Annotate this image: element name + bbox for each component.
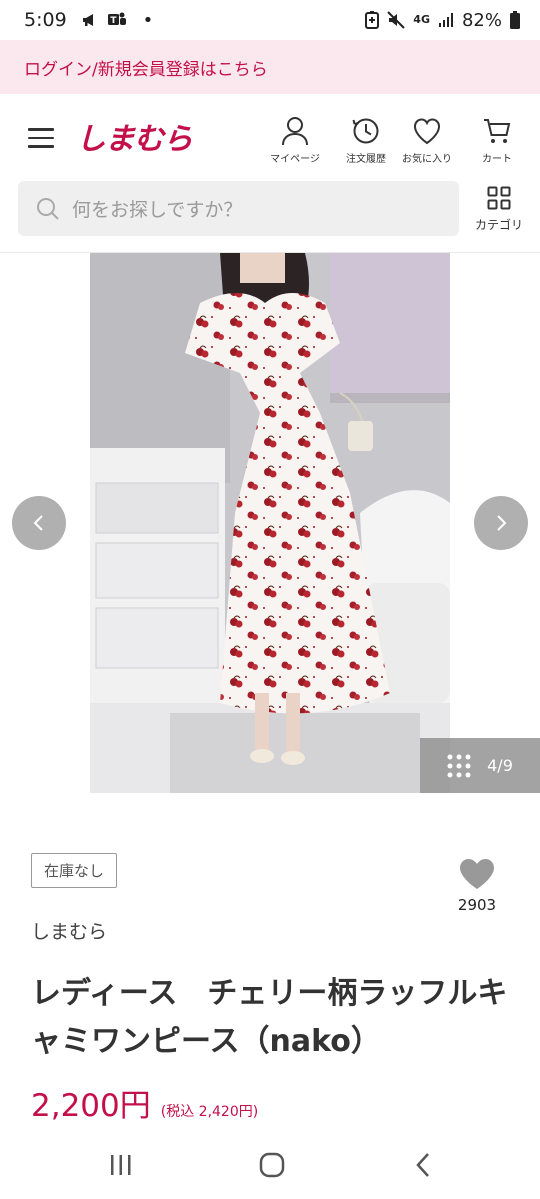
status-left: 5:09 T • [24, 9, 153, 31]
product-photo-illustration [90, 253, 450, 793]
back-button[interactable] [412, 1152, 436, 1182]
product-gallery[interactable]: 4/9 [0, 253, 540, 793]
favorite-button[interactable]: 2903 [452, 858, 502, 914]
battery-percent: 82% [461, 9, 502, 31]
home-button[interactable] [258, 1152, 286, 1182]
next-image-button[interactable] [474, 496, 528, 550]
mypage-label: マイページ [270, 154, 320, 165]
cart-label: カート [482, 154, 512, 165]
search-placeholder: 何をお探しですか？ [72, 199, 243, 221]
prev-image-button[interactable] [12, 496, 66, 550]
menu-icon[interactable] [28, 128, 54, 148]
category-button[interactable]: カテゴリ [472, 186, 526, 233]
battery-icon [510, 11, 520, 29]
price-with-tax: (税込 2,420円) [160, 1104, 259, 1120]
login-link[interactable]: ログイン/新規会員登録はこちら [24, 55, 268, 80]
status-dot: • [142, 9, 154, 31]
chevron-right-icon [497, 515, 507, 531]
login-banner[interactable]: ログイン/新規会員登録はこちら [0, 40, 540, 94]
teams-icon: T [107, 11, 127, 29]
cart-icon [484, 119, 511, 143]
home-icon [259, 1152, 285, 1178]
image-counter-button[interactable]: 4/9 [420, 738, 540, 793]
site-header: しまむら マイページ 注文履歴 お気に入り カート [0, 94, 540, 178]
brand-name: しまむら [31, 921, 108, 943]
product-title: レディース チェリー柄ラッフルキャミワンピース（nako） [31, 976, 508, 1059]
search-input[interactable]: 何をお探しですか？ [18, 181, 459, 236]
recent-apps-button[interactable] [108, 1152, 134, 1182]
status-bar: 5:09 T • 4G 82% [0, 0, 540, 40]
category-label: カテゴリ [474, 218, 523, 232]
product-photo[interactable] [90, 253, 450, 793]
grid-dots-icon [447, 754, 471, 777]
signal-icon [438, 12, 454, 28]
cart-button[interactable]: カート [465, 116, 529, 165]
megaphone-icon [81, 12, 99, 28]
favorites-label: お気に入り [402, 154, 452, 165]
favorites-button[interactable]: お気に入り [395, 116, 459, 165]
network-label: 4G [413, 13, 430, 26]
grid-icon [487, 186, 511, 210]
status-right: 4G 82% [365, 10, 520, 31]
stock-status-badge: 在庫なし [31, 853, 118, 888]
mypage-button[interactable]: マイページ [263, 116, 327, 165]
mute-icon [387, 11, 406, 29]
back-icon [416, 1153, 429, 1177]
status-time: 5:09 [24, 9, 67, 31]
order-history-label: 注文履歴 [346, 154, 386, 165]
price: 2,200円 [31, 1088, 151, 1124]
price-row: 2,200円 (税込 2,420円) [31, 1080, 258, 1125]
system-nav-bar [0, 1140, 540, 1199]
search-icon [37, 197, 59, 220]
person-icon [282, 117, 308, 146]
svg-text:T: T [110, 16, 117, 26]
clock-icon [352, 118, 379, 144]
chevron-left-icon [33, 515, 43, 531]
favorite-count: 2903 [457, 896, 497, 914]
battery-saver-icon [365, 11, 380, 29]
heart-icon [413, 118, 441, 145]
order-history-button[interactable]: 注文履歴 [334, 116, 398, 165]
heart-icon [460, 859, 494, 889]
recent-apps-icon [111, 1155, 131, 1175]
search-row: 何をお探しですか？ カテゴリ [0, 178, 540, 253]
site-logo[interactable]: しまむら [76, 114, 193, 158]
image-counter: 4/9 [487, 756, 513, 775]
